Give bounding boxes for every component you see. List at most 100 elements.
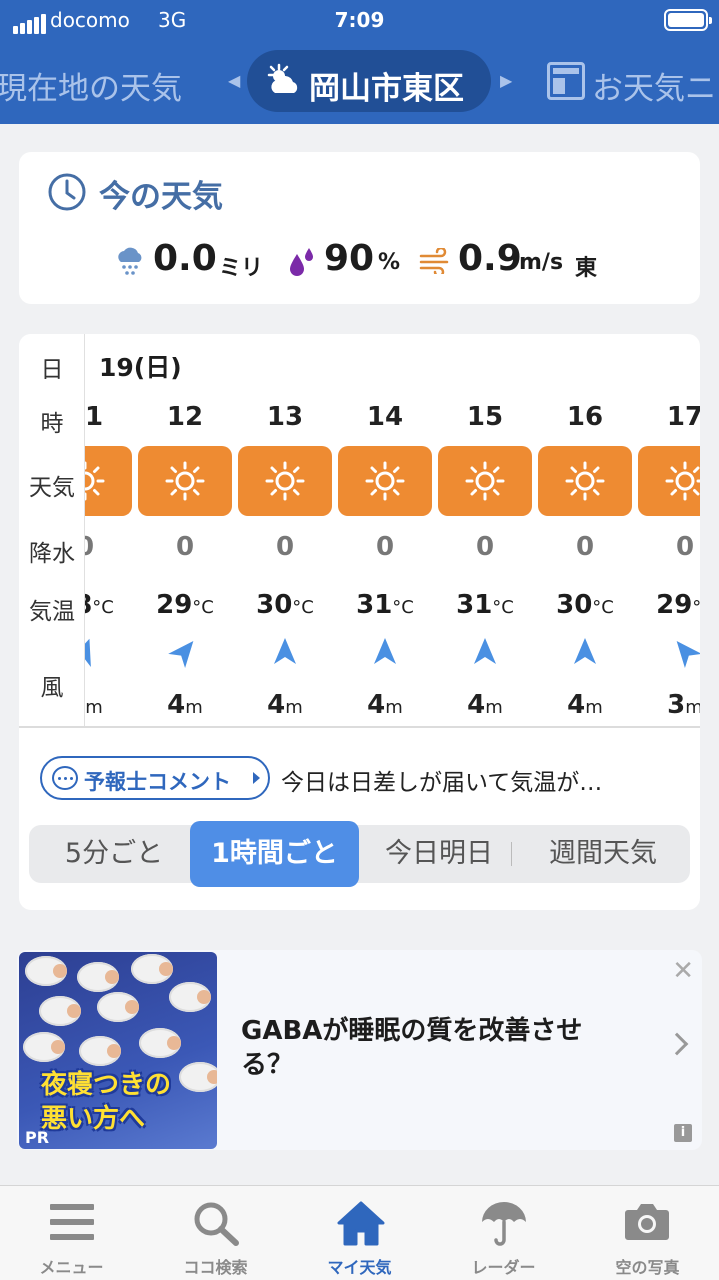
tab-my-weather[interactable]: マイ天気	[288, 1186, 431, 1280]
ad-pr-label: PR	[25, 1128, 50, 1147]
wind-speed: 4m	[467, 690, 503, 720]
weather-tile	[438, 446, 532, 516]
app-header: docomo 3G 7:09 現在地の天気 ◀ 岡山市東区 ▶ お天気ニ	[0, 0, 719, 124]
humidity-value: 90	[324, 238, 375, 279]
ad-info-icon[interactable]: i	[674, 1124, 692, 1142]
wind-direction: 東	[575, 256, 598, 281]
rain-cloud-icon	[118, 247, 142, 275]
wind-icon	[419, 248, 449, 274]
temperature: 29°C	[656, 590, 700, 620]
current-weather-card: 今の天気 0.0 ミリ 90 % 0.9 m/s 東	[19, 152, 700, 304]
tab-sky-photo[interactable]: 空の写真	[576, 1186, 719, 1280]
chevron-right-icon[interactable]	[665, 1032, 689, 1056]
ad-image-text: 夜寝つきの 悪い方へ	[41, 1070, 172, 1134]
weather-tile	[538, 446, 632, 516]
wind-speed: 4m	[567, 690, 603, 720]
umbrella-icon	[482, 1202, 526, 1246]
wind-speed: 4m	[167, 690, 203, 720]
divider	[19, 726, 700, 728]
hour-column: 15 0 31°C 4m	[435, 334, 535, 726]
hour-column: 13 0 30°C 4m	[235, 334, 335, 726]
sun-icon	[665, 461, 700, 501]
row-label-precip: 降水	[29, 541, 75, 567]
wind-speed: 4m	[367, 690, 403, 720]
temperature: 30°C	[556, 590, 614, 620]
wind-direction-arrow-icon	[664, 630, 700, 672]
weather-tile	[138, 446, 232, 516]
forecaster-comment-button[interactable]: 予報士コメント	[40, 756, 270, 800]
tab-search-label: ココ検索	[183, 1258, 248, 1277]
weather-tile	[238, 446, 332, 516]
prev-location-arrow-icon[interactable]: ◀	[228, 71, 240, 90]
tab-separator	[511, 842, 512, 866]
row-label-wind: 風	[40, 675, 64, 701]
wind-value: 0.9	[458, 238, 522, 279]
forecast-interval-tabs: 5分ごと 1時間ごと 今日明日 週間天気	[29, 821, 690, 887]
tab-menu-label: メニュー	[39, 1258, 104, 1277]
current-weather-title: 今の天気	[99, 179, 223, 215]
wind-direction-arrow-icon	[370, 636, 400, 666]
tab-my-weather-label: マイ天気	[327, 1258, 392, 1277]
location-tab-weather-news[interactable]: お天気ニ	[592, 63, 716, 108]
tab-5min[interactable]: 5分ごと	[39, 825, 189, 883]
row-label-weather: 天気	[29, 475, 75, 501]
tab-sky-photo-label: 空の写真	[615, 1258, 680, 1277]
ad-close-icon[interactable]: ✕	[672, 956, 694, 986]
clock-icon	[48, 173, 86, 211]
search-icon	[194, 1202, 239, 1246]
row-label-hour: 時	[40, 411, 64, 437]
tab-search[interactable]: ココ検索	[144, 1186, 287, 1280]
sun-icon	[565, 461, 605, 501]
humidity-drop-icon	[290, 248, 313, 276]
sun-cloud-icon	[267, 63, 298, 93]
ad-banner[interactable]: 夜寝つきの 悪い方へ PR ✕ GABAが睡眠の質を改善させる？ i	[17, 950, 702, 1150]
hour-label: 12	[166, 402, 204, 432]
current-location-name: 岡山市東区	[309, 71, 464, 107]
ad-title[interactable]: GABAが睡眠の質を改善させる？	[241, 1014, 621, 1082]
precip-unit: ミリ	[219, 256, 264, 281]
wind-direction-arrow-icon	[164, 630, 206, 672]
temperature: 30°C	[256, 590, 314, 620]
wind-direction-arrow-icon	[570, 636, 600, 666]
hour-column: 17 0 29°C 3m	[635, 334, 700, 726]
hour-column: 14 0 31°C 4m	[335, 334, 435, 726]
sun-icon	[365, 461, 405, 501]
hourly-forecast-card: 日 時 天気 降水 気温 風 19(日) 11028°C3m12029°C4m1…	[19, 334, 700, 910]
precip-value: 0	[575, 532, 595, 562]
tab-weekly[interactable]: 週間天気	[523, 825, 683, 883]
wind-speed: 4m	[267, 690, 303, 720]
precip-value: 0	[475, 532, 495, 562]
hour-label: 16	[566, 402, 604, 432]
temperature: 31°C	[356, 590, 414, 620]
hour-column: 12 0 29°C 4m	[135, 334, 235, 726]
tab-menu[interactable]: メニュー	[0, 1186, 143, 1280]
precip-value: 0	[275, 532, 295, 562]
status-bar: docomo 3G 7:09	[0, 0, 719, 40]
location-nav: 現在地の天気 ◀ 岡山市東区 ▶ お天気ニ	[0, 44, 719, 120]
ad-image: 夜寝つきの 悪い方へ PR	[19, 952, 217, 1149]
precip-value: 0	[175, 532, 195, 562]
forecaster-comment-text[interactable]: 今日は日差しが届いて気温が…	[281, 763, 602, 797]
wind-speed: 3m	[667, 690, 700, 720]
tab-hourly[interactable]: 1時間ごと	[190, 821, 359, 887]
location-tab-current-location[interactable]: 現在地の天気	[0, 63, 182, 108]
hour-label: 15	[466, 402, 504, 432]
menu-icon	[50, 1204, 94, 1240]
battery-icon	[664, 9, 712, 31]
current-location-pill[interactable]: 岡山市東区	[247, 50, 491, 112]
precip-value: 0	[375, 532, 395, 562]
home-icon	[337, 1201, 385, 1246]
temperature: 31°C	[456, 590, 514, 620]
temperature: 29°C	[156, 590, 214, 620]
camera-icon	[625, 1204, 669, 1240]
forecaster-comment-label: 予報士コメント	[84, 770, 231, 794]
wind-direction-arrow-icon	[270, 636, 300, 666]
hour-label: 17	[666, 402, 700, 432]
current-weather-stats: 0.0 ミリ 90 % 0.9 m/s 東	[19, 238, 700, 284]
next-location-arrow-icon[interactable]: ▶	[500, 71, 512, 90]
tab-radar[interactable]: レーダー	[432, 1186, 575, 1280]
weather-tile	[638, 446, 700, 516]
play-arrow-icon	[253, 772, 260, 784]
row-labels: 日 時 天気 降水 気温 風	[19, 334, 85, 726]
tab-today-tomorrow[interactable]: 今日明日	[369, 825, 509, 883]
